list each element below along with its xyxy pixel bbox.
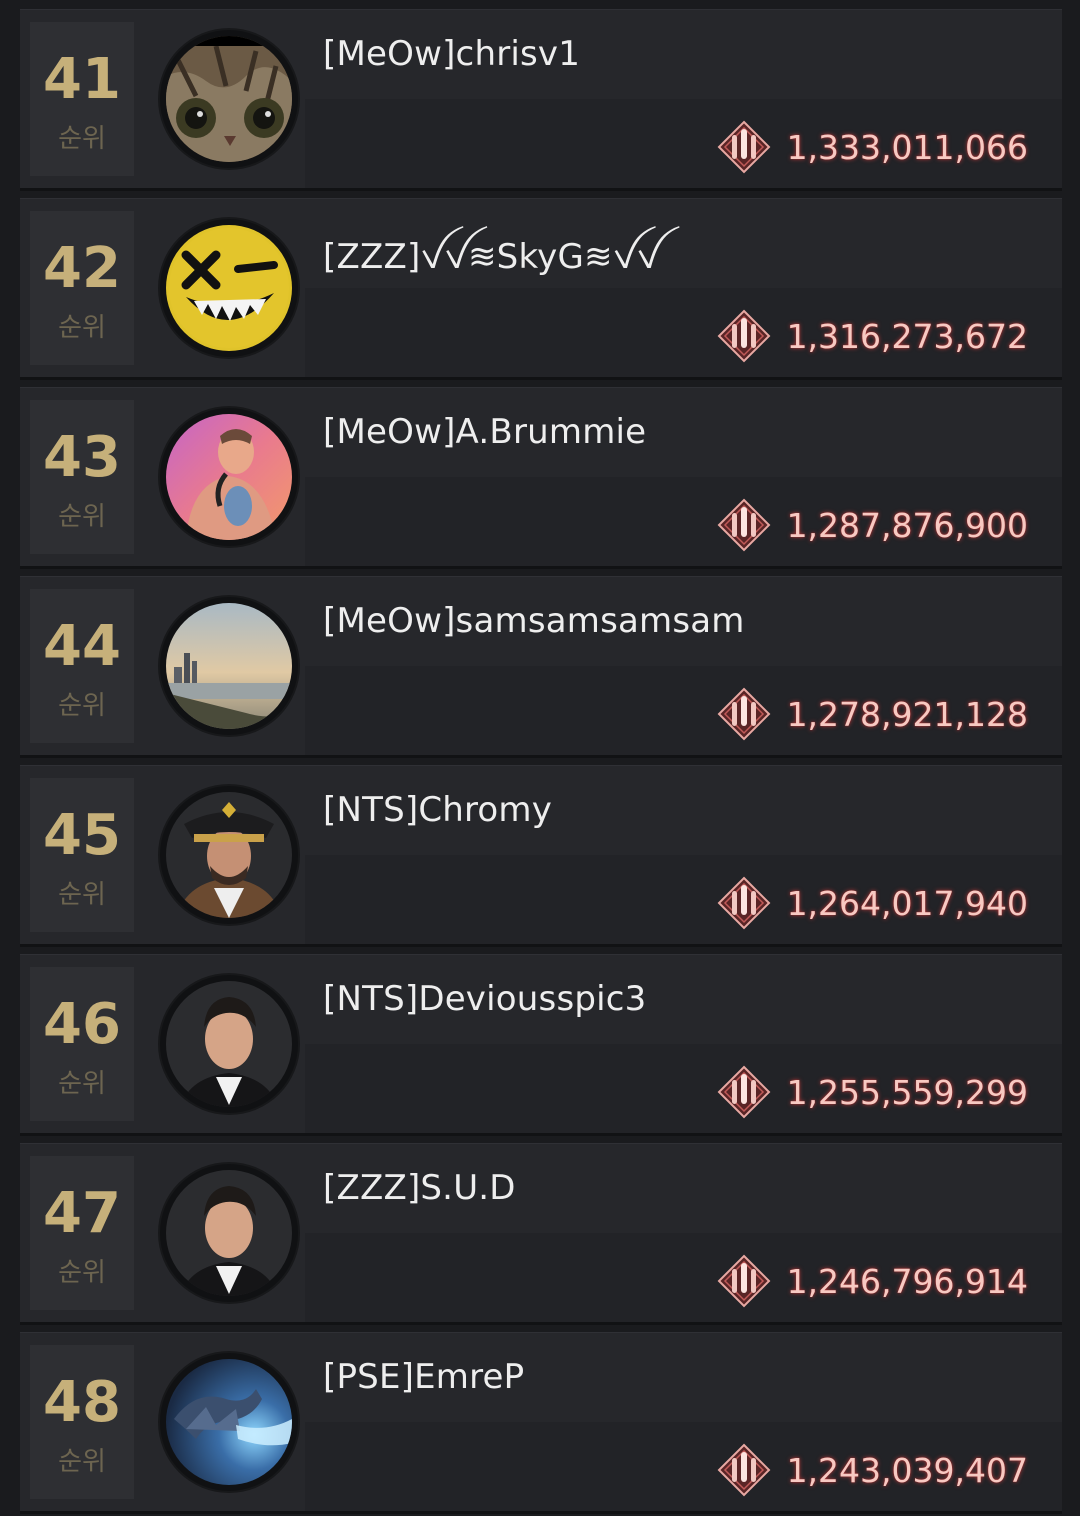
score-value: 1,246,796,914 [786,1261,1028,1301]
score-group: 1,278,921,128 [717,687,1028,741]
leaderboard-list: 41 순위 [MeOw]chrisv1 1,333,011,066 42 순위 … [0,0,1080,1516]
score-value: 1,264,017,940 [786,883,1028,923]
rank-number: 41 [43,47,121,112]
rank-badge: 42 순위 [30,211,134,365]
missile-emblem-icon [717,498,770,552]
player-avatar[interactable] [160,1353,298,1491]
rank-number: 47 [43,1181,121,1246]
player-name: [ZZZ]S.U.D [323,1168,516,1208]
player-avatar[interactable] [160,597,298,735]
player-avatar[interactable] [160,786,298,924]
rank-number: 42 [43,236,121,301]
rank-label: 순위 [58,1069,106,1099]
score-group: 1,287,876,900 [717,498,1028,552]
leaderboard-row[interactable]: 47 순위 [ZZZ]S.U.D 1,246,796,914 [20,1143,1062,1322]
rank-badge: 48 순위 [30,1345,134,1499]
player-avatar[interactable] [160,30,298,168]
rank-number: 43 [43,425,121,490]
player-name: [PSE]EmreP [323,1357,525,1397]
rank-badge: 44 순위 [30,589,134,743]
leaderboard-row[interactable]: 42 순위 [ZZZ]ꪜꪜ≋SkyG≋ꪜꪜ 1,316,273,672 [20,198,1062,377]
leaderboard-row[interactable]: 45 순위 [NTS]Chromy 1,264,017,940 [20,765,1062,944]
rank-number: 45 [43,803,121,868]
score-value: 1,255,559,299 [786,1072,1028,1112]
missile-emblem-icon [717,120,770,174]
player-avatar[interactable] [160,408,298,546]
player-avatar[interactable] [160,219,298,357]
rank-badge: 47 순위 [30,1156,134,1310]
score-value: 1,333,011,066 [786,127,1028,167]
score-group: 1,264,017,940 [717,876,1028,930]
missile-emblem-icon [717,687,770,741]
leaderboard-row[interactable]: 46 순위 [NTS]Deviousspic3 1,255,559,299 [20,954,1062,1133]
score-group: 1,333,011,066 [717,120,1028,174]
leaderboard-row[interactable]: 44 순위 [MeOw]samsamsamsam 1,278,921,128 [20,576,1062,755]
score-value: 1,287,876,900 [786,505,1028,545]
missile-emblem-icon [717,1254,770,1308]
player-name: [MeOw]samsamsamsam [323,601,745,641]
score-group: 1,246,796,914 [717,1254,1028,1308]
rank-label: 순위 [58,124,106,154]
rank-number: 44 [43,614,121,679]
player-avatar[interactable] [160,975,298,1113]
rank-number: 46 [43,992,121,1057]
rank-label: 순위 [58,502,106,532]
rank-label: 순위 [58,691,106,721]
score-value: 1,316,273,672 [786,316,1028,356]
player-name: [NTS]Chromy [323,790,553,830]
score-value: 1,243,039,407 [786,1450,1028,1490]
player-name: [ZZZ]ꪜꪜ≋SkyG≋ꪜꪜ [323,237,661,277]
rank-label: 순위 [58,880,106,910]
score-group: 1,243,039,407 [717,1443,1028,1497]
rank-badge: 46 순위 [30,967,134,1121]
player-name: [NTS]Deviousspic3 [323,979,647,1019]
rank-badge: 41 순위 [30,22,134,176]
rank-label: 순위 [58,1447,106,1477]
player-name: [MeOw]A.Brummie [323,412,647,452]
missile-emblem-icon [717,1065,770,1119]
player-name: [MeOw]chrisv1 [323,34,581,74]
rank-number: 48 [43,1370,121,1435]
rank-label: 순위 [58,1258,106,1288]
rank-label: 순위 [58,313,106,343]
missile-emblem-icon [717,1443,770,1497]
leaderboard-row[interactable]: 48 순위 [PSE]EmreP 1,243,039,407 [20,1332,1062,1511]
missile-emblem-icon [717,876,770,930]
score-group: 1,255,559,299 [717,1065,1028,1119]
score-value: 1,278,921,128 [786,694,1028,734]
leaderboard-row[interactable]: 41 순위 [MeOw]chrisv1 1,333,011,066 [20,9,1062,188]
rank-badge: 43 순위 [30,400,134,554]
missile-emblem-icon [717,309,770,363]
rank-badge: 45 순위 [30,778,134,932]
leaderboard-row[interactable]: 43 순위 [MeOw]A.Brummie 1,287,876,900 [20,387,1062,566]
score-group: 1,316,273,672 [717,309,1028,363]
player-avatar[interactable] [160,1164,298,1302]
